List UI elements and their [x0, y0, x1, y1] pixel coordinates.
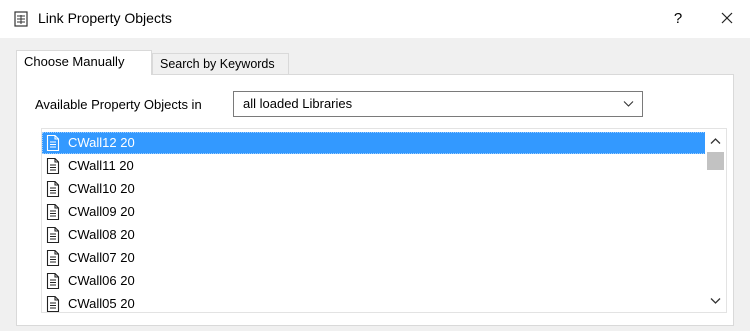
list-item-label: CWall08 20	[68, 227, 135, 242]
document-icon	[46, 203, 60, 221]
list-item-label: CWall07 20	[68, 250, 135, 265]
scroll-thumb[interactable]	[707, 152, 724, 170]
help-button[interactable]: ?	[668, 8, 688, 30]
document-icon	[46, 249, 60, 267]
list-item-label: CWall11 20	[68, 158, 134, 173]
list-item[interactable]: CWall12 20	[42, 132, 706, 154]
list-item[interactable]: CWall06 20	[42, 270, 706, 292]
title-bar: Link Property Objects ?	[0, 0, 750, 38]
document-icon	[46, 134, 60, 152]
list-item-label: CWall06 20	[68, 273, 135, 288]
list-item-label: CWall09 20	[68, 204, 135, 219]
library-dropdown[interactable]: all loaded Libraries	[233, 91, 643, 117]
property-objects-list[interactable]: CWall12 20 CWall11 20 CWall10 20 CWall09 20…	[41, 128, 727, 313]
scroll-up-icon[interactable]	[710, 137, 721, 145]
tab-choose-manually[interactable]: Choose Manually	[16, 50, 152, 75]
scroll-down-icon[interactable]	[710, 297, 721, 305]
list-item[interactable]: CWall09 20	[42, 201, 706, 223]
window-title: Link Property Objects	[38, 10, 172, 26]
dialog-body: Choose Manually Search by Keywords Avail…	[0, 38, 750, 331]
tab-panel: Available Property Objects in all loaded…	[16, 74, 734, 326]
close-icon[interactable]	[716, 7, 738, 29]
list-item-label: CWall05 20	[68, 296, 135, 311]
list-item-label: CWall12 20	[68, 135, 135, 150]
document-icon	[46, 226, 60, 244]
list-item[interactable]: CWall10 20	[42, 178, 706, 200]
document-icon	[46, 180, 60, 198]
vertical-scrollbar[interactable]	[705, 129, 726, 312]
tab-search-by-keywords[interactable]: Search by Keywords	[152, 53, 289, 75]
document-icon	[46, 157, 60, 175]
list-item[interactable]: CWall05 20	[42, 293, 706, 312]
list-item[interactable]: CWall07 20	[42, 247, 706, 269]
list-item[interactable]: CWall11 20	[42, 155, 706, 177]
available-objects-label: Available Property Objects in	[35, 97, 202, 112]
document-icon	[46, 295, 60, 312]
document-icon	[46, 272, 60, 290]
list-item[interactable]: CWall08 20	[42, 224, 706, 246]
chevron-down-icon	[623, 101, 634, 107]
list-item-label: CWall10 20	[68, 181, 135, 196]
document-table-icon	[14, 11, 28, 27]
library-dropdown-value: all loaded Libraries	[243, 96, 353, 111]
